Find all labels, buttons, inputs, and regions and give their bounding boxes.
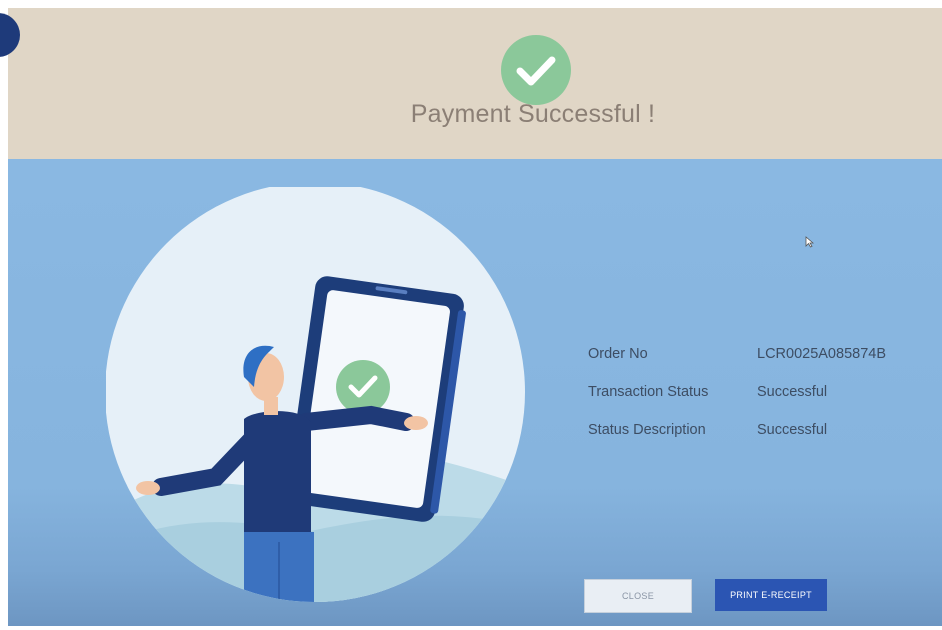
check-circle-icon (501, 35, 571, 105)
transaction-status-value: Successful (757, 384, 828, 400)
payment-success-screen: Payment Successful ! Order No LCR0025A08… (8, 8, 942, 626)
transaction-status-label: Transaction Status (588, 384, 709, 400)
order-no-label: Order No (588, 346, 648, 362)
page-title: Payment Successful ! (410, 100, 656, 128)
print-e-receipt-button[interactable]: PRINT E-RECEIPT (715, 579, 827, 611)
payment-illustration (106, 187, 525, 602)
content-panel: Order No LCR0025A085874B Transaction Sta… (8, 159, 942, 626)
order-no-value: LCR0025A085874B (757, 346, 886, 362)
status-description-value: Successful (757, 422, 828, 438)
header-banner: Payment Successful ! (8, 8, 942, 159)
status-description-label: Status Description (588, 422, 706, 438)
mouse-cursor-icon (805, 236, 814, 248)
close-button[interactable]: CLOSE (584, 579, 692, 613)
